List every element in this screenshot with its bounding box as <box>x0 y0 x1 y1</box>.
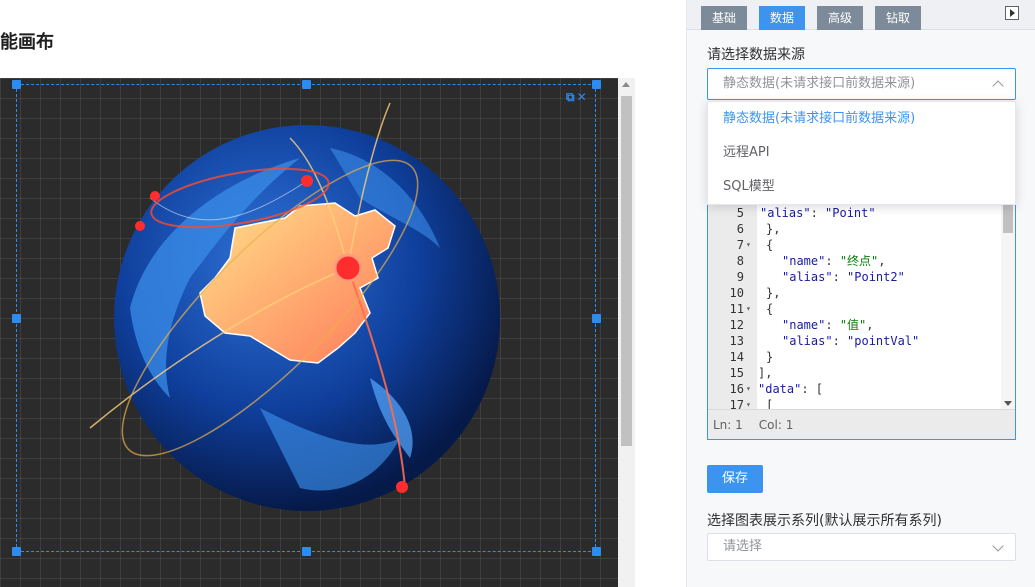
editor-line: 6}, <box>736 222 781 236</box>
fold-icon: ▾ <box>746 384 751 393</box>
data-source-value: 静态数据(未请求接口前数据来源) <box>723 76 916 91</box>
editor-line: 8 "name": "终点", <box>736 254 886 268</box>
save-button[interactable]: 保存 <box>707 465 763 493</box>
resize-handle[interactable] <box>12 547 21 556</box>
chevron-down-icon <box>992 540 1004 552</box>
series-placeholder: 请选择 <box>723 539 763 554</box>
tab-basic[interactable]: 基础 <box>701 6 748 30</box>
data-source-dropdown: 静态数据(未请求接口前数据来源) 远程API SQL模型 <box>707 101 1016 205</box>
data-source-label: 请选择数据来源 <box>707 47 805 63</box>
resize-handle[interactable] <box>592 80 601 89</box>
resize-handle[interactable] <box>592 314 601 323</box>
editor-line: 16 ▾ "data": [ <box>729 382 824 396</box>
option-remote-api[interactable]: 远程API <box>708 136 1015 170</box>
copy-icon[interactable]: ⧉ <box>566 90 577 104</box>
resize-handle[interactable] <box>302 80 311 89</box>
option-sql-model[interactable]: SQL模型 <box>708 170 1015 204</box>
resize-handle[interactable] <box>12 80 21 89</box>
tab-bar: 基础 数据 高级 钻取 <box>687 0 1035 30</box>
editor-line: 13 "alias": "pointVal" <box>729 334 920 348</box>
editor-line: 10}, <box>729 286 781 300</box>
expand-panel-icon[interactable] <box>1005 6 1019 20</box>
design-canvas[interactable]: ⧉✕ <box>0 78 618 587</box>
editor-line: 7 ▾{ <box>736 238 774 252</box>
editor-line: 9 "alias": "Point2" <box>736 270 905 284</box>
selection-box[interactable] <box>16 84 596 552</box>
scroll-up-icon[interactable] <box>622 82 630 87</box>
close-icon[interactable]: ✕ <box>577 90 589 104</box>
editor-line: 15], <box>729 366 773 380</box>
tab-drill[interactable]: 钻取 <box>875 6 922 30</box>
editor-line: 14} <box>729 350 774 364</box>
cursor-line: Ln: 1 <box>713 418 743 432</box>
page-title: 能画布 <box>0 32 54 53</box>
canvas-scrollbar[interactable] <box>618 78 635 587</box>
settings-panel: 基础 数据 高级 钻取 请选择数据来源 静态数据(未请求接口前数据来源) 5 "a… <box>686 0 1035 587</box>
scroll-thumb[interactable] <box>621 96 632 446</box>
canvas-panel: 能画布 ⧉✕ <box>0 0 686 587</box>
resize-handle[interactable] <box>592 547 601 556</box>
cursor-col: Col: 1 <box>758 418 794 432</box>
editor-line: 12 "name": "值", <box>729 318 874 332</box>
selection-tools: ⧉✕ <box>566 90 589 105</box>
json-editor[interactable]: 5 "alias": "Point" 6}, 7 ▾{ 8 "name": "终点",… <box>707 190 1016 440</box>
editor-line: 5 "alias": "Point" <box>736 206 876 220</box>
option-static-data[interactable]: 静态数据(未请求接口前数据来源) <box>708 102 1015 136</box>
fold-icon: ▾ <box>746 240 751 249</box>
editor-line: 11 ▾{ <box>729 302 774 316</box>
data-source-select[interactable]: 静态数据(未请求接口前数据来源) <box>707 68 1016 100</box>
scroll-down-icon[interactable] <box>1004 401 1012 406</box>
editor-scroll-thumb[interactable] <box>1003 201 1013 233</box>
chevron-up-icon <box>992 80 1004 92</box>
fold-icon: ▾ <box>746 304 751 313</box>
tab-data[interactable]: 数据 <box>759 6 806 30</box>
editor-status-bar: Ln: 1 Col: 1 <box>708 409 1015 439</box>
tab-advanced[interactable]: 高级 <box>817 6 864 30</box>
editor-scrollbar[interactable] <box>1001 191 1015 409</box>
resize-handle[interactable] <box>302 547 311 556</box>
series-label: 选择图表展示系列(默认展示所有系列) <box>707 513 942 529</box>
series-select[interactable]: 请选择 <box>707 533 1016 561</box>
resize-handle[interactable] <box>12 314 21 323</box>
